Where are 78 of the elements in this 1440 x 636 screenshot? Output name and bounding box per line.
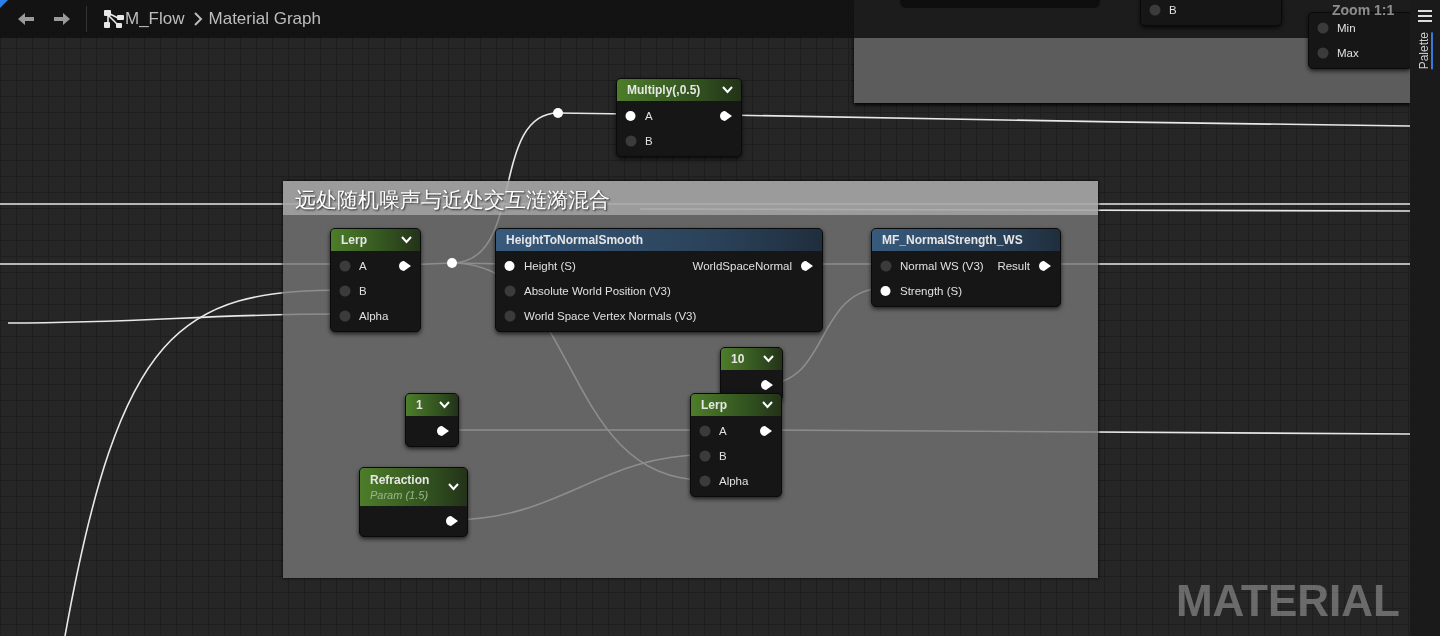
chevron-icon[interactable] [722,86,733,94]
graph-node[interactable]: B [1140,0,1282,26]
input-pin-icon[interactable] [339,284,351,297]
reroute-node[interactable] [447,258,457,268]
graph-node[interactable]: Lerp A B Alpha [330,228,421,332]
node-title: Lerp [341,233,367,247]
chevron-icon[interactable] [401,236,412,244]
corner-icon [0,0,8,8]
output-pin-icon[interactable] [760,378,774,391]
output-pin-icon[interactable] [445,514,459,527]
pin-label: Result [997,259,1030,272]
graph-node[interactable]: Refraction Param (1.5) [359,467,468,537]
input-pin-icon[interactable] [504,309,516,322]
reroute-node[interactable] [553,108,563,118]
pin-label: B [1169,3,1177,16]
input-pin-icon[interactable] [504,284,516,297]
pin-label: Normal WS (V3) [900,259,984,272]
graph-node[interactable]: Lerp A B Alpha [690,393,782,497]
pin-label: B [719,449,727,462]
input-pin-icon[interactable] [880,284,892,297]
input-pin-icon[interactable] [1317,21,1329,34]
input-pin-icon[interactable] [699,474,711,487]
input-pin-icon[interactable] [339,309,351,322]
node-title: 1 [416,398,423,412]
output-pin-icon[interactable] [398,259,412,272]
pin-label: Strength (S) [900,284,962,297]
input-pin-icon[interactable] [699,424,711,437]
node-title: Multiply(,0.5) [627,83,701,97]
input-pin-icon[interactable] [625,109,637,122]
forward-icon[interactable] [52,11,72,27]
input-pin-icon[interactable] [1317,46,1329,59]
pin-label: Alpha [719,474,749,487]
input-pin-icon[interactable] [699,449,711,462]
pin-label: WorldSpaceNormal [692,259,792,272]
chevron-icon[interactable] [448,483,459,491]
back-icon[interactable] [16,11,36,27]
pin-label: A [719,424,727,437]
graph-type-label: MATERIAL [1175,576,1400,626]
pin-label: Max [1337,46,1359,59]
input-pin-icon[interactable] [504,259,516,272]
chevron-icon[interactable] [763,355,774,363]
chevron-icon[interactable] [439,401,450,409]
pin-label: Alpha [359,309,389,322]
node-title: HeightToNormalSmooth [506,233,644,247]
pin-label: World Space Vertex Normals (V3) [524,309,697,322]
pin-label: Min [1337,21,1356,34]
pin-label: B [359,284,367,297]
breadcrumb-link[interactable]: M_Flow [125,9,185,29]
node-title: 10 [731,352,745,366]
node-title: Refraction [370,473,430,487]
input-pin-icon[interactable] [880,259,892,272]
graph-node[interactable]: HeightToNormalSmooth Height (S) WorldSpaceNormal Absolute World Position (V3) World Space Vertex Normals (V3) [495,228,823,332]
pin-label: B [645,134,653,147]
output-pin-icon[interactable] [1038,259,1052,272]
graph-node[interactable]: 1 [405,393,459,447]
graph-node[interactable]: MF_NormalStrength_WS Normal WS (V3) Result Strength (S) [871,228,1061,307]
node-title: Lerp [701,398,727,412]
input-pin-icon[interactable] [339,259,351,272]
input-pin-icon[interactable] [625,134,637,147]
palette-tab[interactable]: Palette [1417,32,1433,70]
pin-label: Absolute World Position (V3) [524,284,671,297]
node-subtitle: Param (1.5) [370,489,430,501]
output-pin-icon[interactable] [719,109,733,122]
node-title: MF_NormalStrength_WS [882,233,1023,247]
comment-title: 远处随机噪声与近处交互涟漪混合 [283,181,1098,215]
breadcrumb-link[interactable]: Material Graph [208,9,321,29]
pin-label: A [359,259,367,272]
output-pin-icon[interactable] [800,259,814,272]
graph-node[interactable]: Multiply(,0.5) A B [616,78,742,157]
graph-icon [103,9,125,29]
output-pin-icon[interactable] [436,424,450,437]
list-icon[interactable] [1418,10,1432,22]
pin-label: A [645,109,653,122]
pin-label: Height (S) [524,259,576,272]
output-pin-icon[interactable] [759,424,773,437]
input-pin-icon[interactable] [1149,3,1161,16]
chevron-icon[interactable] [762,401,773,409]
chevron-icon [192,12,203,26]
